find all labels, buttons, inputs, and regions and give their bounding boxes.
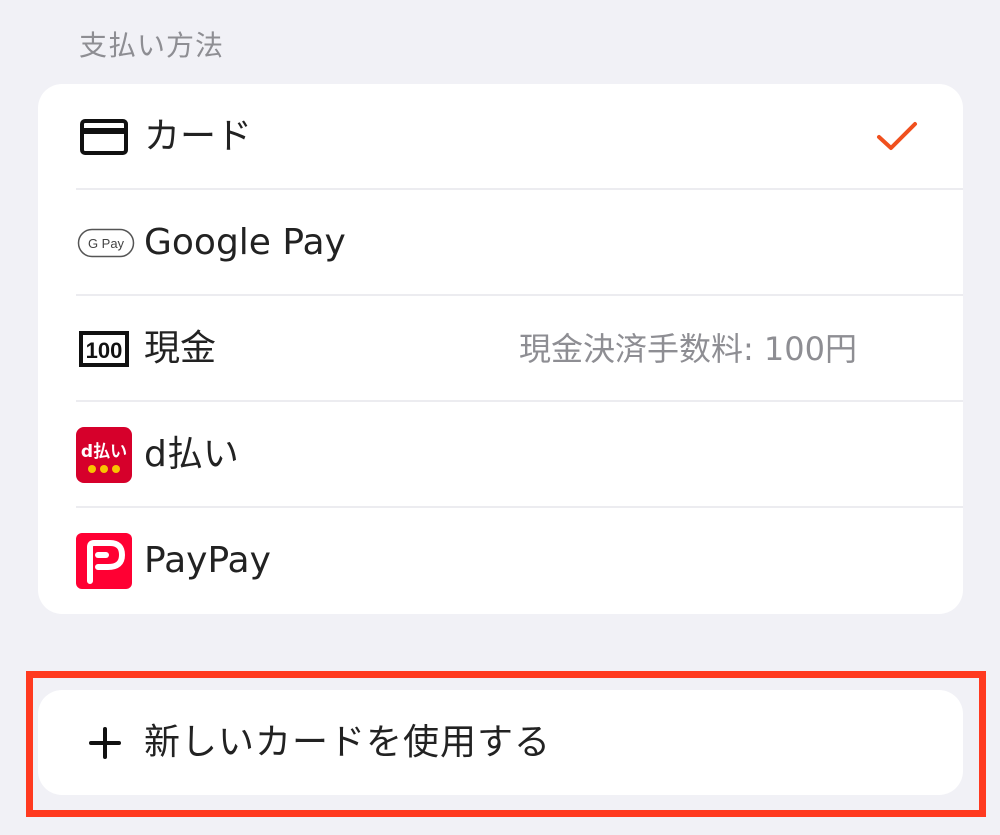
cash-fee-note: 現金決済手数料: 100円: [518, 330, 857, 368]
payment-option-paypay[interactable]: PayPay: [38, 508, 963, 614]
section-label: 支払い方法: [79, 29, 225, 62]
paypay-icon: [76, 533, 132, 589]
d-barai-icon: d払い: [76, 427, 132, 483]
d-barai-icon-text: d払い: [81, 441, 127, 462]
plus-icon: [88, 726, 122, 760]
payment-option-label: PayPay: [144, 540, 271, 581]
google-pay-icon: G Pay: [76, 215, 136, 271]
google-pay-icon-text: G Pay: [88, 236, 125, 251]
payment-option-google-pay[interactable]: G Pay Google Pay: [38, 190, 963, 296]
use-new-card-label: 新しいカードを使用する: [144, 721, 552, 763]
payment-method-list: カード G Pay Google Pay 100 現金 現金決済手数料: 100…: [38, 84, 963, 614]
payment-option-label: Google Pay: [144, 222, 346, 263]
credit-card-icon: [76, 109, 132, 165]
payment-option-label: カード: [144, 116, 253, 157]
payment-option-label: 現金: [144, 328, 217, 369]
cash-icon-text: 100: [86, 338, 123, 363]
payment-option-cash[interactable]: 100 現金 現金決済手数料: 100円: [38, 296, 963, 402]
checkmark-icon: [875, 115, 919, 159]
use-new-card-button[interactable]: 新しいカードを使用する: [38, 690, 963, 795]
cash-100-icon: 100: [76, 321, 132, 377]
payment-option-d-barai[interactable]: d払い d払い: [38, 402, 963, 508]
payment-option-card[interactable]: カード: [38, 84, 963, 190]
payment-option-label: d払い: [144, 434, 239, 475]
